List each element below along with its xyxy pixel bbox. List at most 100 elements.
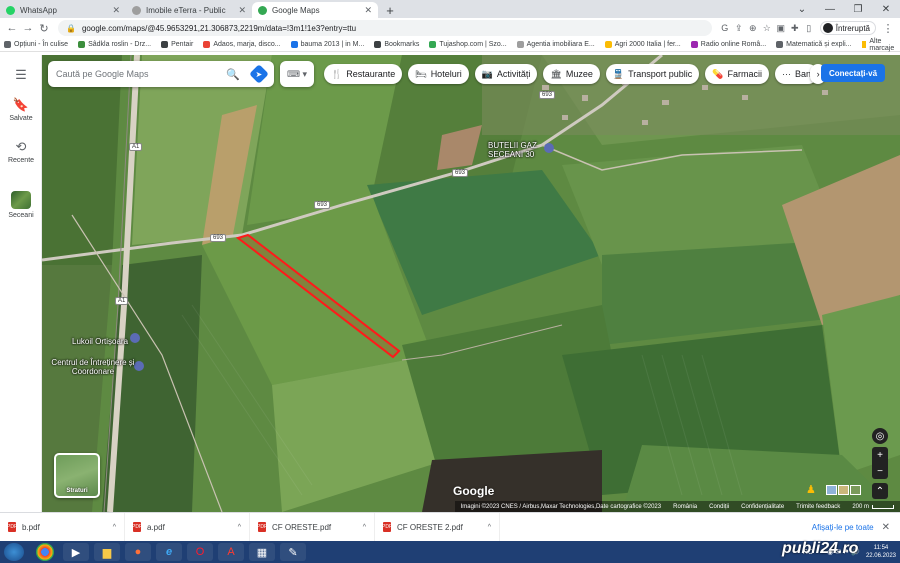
terms-link[interactable]: Condiții <box>703 504 735 510</box>
chip-activități[interactable]: 📷 Activități <box>474 64 538 84</box>
minimize-icon[interactable]: — <box>816 4 844 15</box>
bookmark-item[interactable]: Adaos, marja, disco... <box>203 41 281 48</box>
close-window-icon[interactable]: ✕ <box>872 4 900 15</box>
bookmark-item[interactable]: Opțiuni - În culise <box>4 41 68 48</box>
bookmark-item[interactable]: Agri 2000 Italia | fer... <box>604 41 681 48</box>
back-icon[interactable]: ← <box>4 22 20 34</box>
bookmark-item[interactable]: Agentia imobiliara E... <box>516 41 595 48</box>
pegman-icon[interactable]: ♟ <box>806 483 816 496</box>
tab-eterra[interactable]: Imobile eTerra - Public ✕ <box>126 2 252 18</box>
bookmark-item[interactable]: Radio online Româ... <box>690 41 766 48</box>
bookmark-item[interactable]: Bookmarks <box>374 41 419 48</box>
sign-in-button[interactable]: Conectați-vă <box>821 64 886 82</box>
close-icon[interactable]: ✕ <box>882 522 890 533</box>
zoom-in-button[interactable]: + <box>872 447 888 463</box>
sidebar-item-seceani[interactable]: Seceani <box>0 191 42 219</box>
expand-button[interactable]: ⌃ <box>872 483 888 499</box>
maximize-icon[interactable]: ❐ <box>844 4 872 15</box>
windows-taskbar: ▶ ▆ ● e O A ▦ ✎ RO ⌃ ◉ ✉ ⚑ 🔊 11:54 22.06… <box>0 541 900 563</box>
download-item[interactable]: PDF CF ORESTE 2.pdf ^ <box>375 512 500 542</box>
tab-search-icon[interactable]: ⌄ <box>788 4 816 15</box>
extension-icon[interactable]: ▣ <box>774 23 788 34</box>
keyboard-icon: ⌨ ▾ <box>286 68 307 79</box>
search-box[interactable]: Caută pe Google Maps 🔍 ➤ <box>48 61 274 87</box>
input-tools-button[interactable]: ⌨ ▾ <box>280 61 314 87</box>
bookmark-favicon-icon <box>690 41 698 48</box>
bookmark-item[interactable]: Tujashop.com | Szo... <box>429 41 507 48</box>
star-icon[interactable]: ☆ <box>760 23 774 34</box>
download-item[interactable]: PDF CF ORESTE.pdf ^ <box>250 512 375 542</box>
privacy-link[interactable]: Confidențialitate <box>735 504 790 510</box>
acrobat-icon[interactable]: A <box>218 543 244 561</box>
bookmark-favicon-icon <box>4 41 11 48</box>
firefox-icon[interactable]: ● <box>125 543 151 561</box>
search-input[interactable]: Caută pe Google Maps <box>56 69 226 79</box>
map-label-centre[interactable]: Centrul de Întreținere și Coordonare <box>48 358 138 376</box>
tool-icon[interactable]: ✎ <box>280 543 306 561</box>
country-link[interactable]: România <box>667 504 703 510</box>
forward-icon[interactable]: → <box>20 22 36 34</box>
more-icon[interactable]: ⋮ <box>880 22 896 35</box>
close-icon[interactable]: ✕ <box>364 5 372 16</box>
chip-restaurante[interactable]: 🍴 Restaurante <box>324 64 403 84</box>
scale-bar[interactable]: 200 m <box>846 504 900 510</box>
show-all-downloads[interactable]: Afișați-le pe toate <box>812 523 874 532</box>
map-label-gas-station[interactable]: BUTELII GAZ SECEANI 30 <box>488 141 566 159</box>
download-item[interactable]: PDF a.pdf ^ <box>125 512 250 542</box>
puzzle-icon[interactable]: ✚ <box>788 23 802 34</box>
profile-button[interactable]: Întreruptă <box>819 21 876 35</box>
lock-icon[interactable]: 🔒 <box>66 24 76 33</box>
tab-google-maps[interactable]: Google Maps ✕ <box>252 2 378 18</box>
start-button[interactable] <box>4 543 24 561</box>
directions-icon[interactable]: ➤ <box>249 64 269 84</box>
road-shield: 693 <box>314 201 331 209</box>
layers-button[interactable]: Straturi <box>54 453 100 498</box>
reload-icon[interactable]: ↻ <box>36 22 52 35</box>
bookmark-item[interactable]: Sâdkla roslin - Drz... <box>78 41 151 48</box>
satellite-map[interactable]: BUTELII GAZ SECEANI 30 Lukoil Ortișoara … <box>42 55 900 512</box>
google-icon[interactable]: G <box>718 23 732 33</box>
bookmark-item[interactable]: Pentair <box>161 41 193 48</box>
sidebar-item-saved[interactable]: 🔖 Salvate <box>0 97 42 122</box>
close-icon[interactable]: ✕ <box>112 5 120 16</box>
close-icon[interactable]: ✕ <box>238 5 246 16</box>
chip-muzee[interactable]: 🏛 Muzee <box>543 64 600 84</box>
imagery-credit: Imagini ©2023 CNES / Airbus,Maxar Techno… <box>460 503 662 510</box>
maps-sidebar: ☰ 🔖 Salvate ⟲ Recente Seceani <box>0 55 42 512</box>
clock[interactable]: 11:54 22.06.2023 <box>866 544 896 560</box>
other-bookmarks[interactable]: Alte marcaje <box>861 38 897 52</box>
chip-farmacii[interactable]: 💊 Farmacii <box>705 64 770 84</box>
chevron-up-icon[interactable]: ^ <box>488 524 491 531</box>
feedback-link[interactable]: Trimite feedback <box>790 504 846 510</box>
zoom-out-button[interactable]: − <box>872 463 888 479</box>
ie-icon[interactable]: e <box>156 543 182 561</box>
address-bar[interactable]: 🔒 google.com/maps/@45.9653291,21.306873,… <box>58 20 712 36</box>
menu-button[interactable]: ☰ <box>0 67 42 85</box>
chevron-up-icon[interactable]: ^ <box>238 524 241 531</box>
map-type-thumbnails[interactable] <box>826 485 862 495</box>
folder-icon[interactable]: ▆ <box>94 543 120 561</box>
media-player-icon[interactable]: ▶ <box>63 543 89 561</box>
share-icon[interactable]: ⇪ <box>732 23 746 34</box>
bookmark-item[interactable]: Matematică și expli... <box>776 41 852 48</box>
app-icon[interactable]: ▦ <box>249 543 275 561</box>
my-location-button[interactable]: ◎ <box>872 428 888 444</box>
download-item[interactable]: PDF b.pdf ^ <box>0 512 125 542</box>
bookmark-item[interactable]: bauma 2013 | in M... <box>290 41 364 48</box>
sidebar-item-recent[interactable]: ⟲ Recente <box>0 139 42 164</box>
map-label-lukoil[interactable]: Lukoil Ortișoara <box>72 337 128 346</box>
tab-whatsapp[interactable]: WhatsApp ✕ <box>0 2 126 18</box>
chevron-up-icon[interactable]: ^ <box>113 524 116 531</box>
chip-transport-public[interactable]: 🚆 Transport public <box>605 64 700 84</box>
map-thumb[interactable] <box>826 485 837 495</box>
search-icon[interactable]: 🔍 <box>226 68 240 81</box>
opera-icon[interactable]: O <box>187 543 213 561</box>
map-thumb[interactable] <box>838 485 849 495</box>
chrome-icon[interactable] <box>36 543 54 561</box>
chevron-up-icon[interactable]: ^ <box>363 524 366 531</box>
sidepanel-icon[interactable]: ▯ <box>802 23 816 34</box>
new-tab-button[interactable]: + <box>382 2 398 18</box>
zoom-icon[interactable]: ⊕ <box>746 23 760 34</box>
chip-hoteluri[interactable]: 🛏 Hoteluri <box>408 64 469 84</box>
map-thumb[interactable] <box>850 485 861 495</box>
